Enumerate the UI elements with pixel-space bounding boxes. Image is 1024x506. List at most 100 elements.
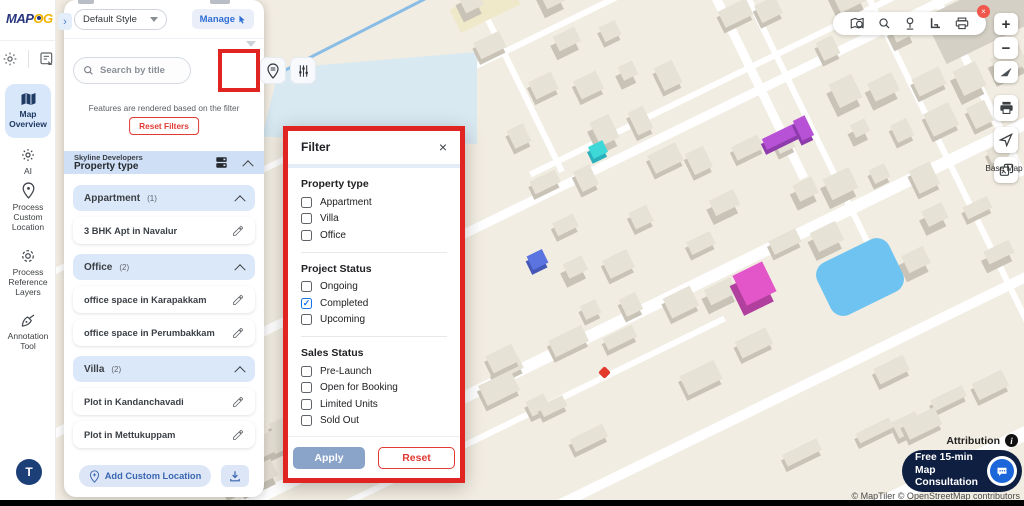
- bottom-black-bar: [0, 500, 1024, 506]
- measure-icon[interactable]: [929, 17, 942, 30]
- filter-option-upcoming[interactable]: Upcoming: [301, 312, 447, 329]
- checkbox-unchecked[interactable]: [301, 229, 312, 241]
- checkbox-unchecked[interactable]: [301, 398, 312, 410]
- sidebar-item-annotation-tool[interactable]: Annotation Tool: [0, 313, 56, 351]
- search-input[interactable]: Search by title: [73, 57, 191, 84]
- consultation-button[interactable]: Free 15-min Map Consultation: [902, 450, 1022, 492]
- compass-button[interactable]: [994, 61, 1018, 83]
- map-yellow-block: [449, 0, 521, 34]
- apply-button[interactable]: Apply: [293, 447, 365, 469]
- section-count: (2): [111, 364, 122, 374]
- divider: [301, 336, 447, 337]
- map-building: [562, 255, 589, 279]
- checkbox-unchecked[interactable]: [301, 196, 312, 208]
- pin-filter-button[interactable]: [260, 57, 286, 84]
- scrollbar[interactable]: [288, 164, 460, 168]
- reset-filters-button[interactable]: Reset Filters: [129, 117, 199, 135]
- chevron-down-icon[interactable]: [246, 41, 256, 47]
- property-item-label: 3 BHK Apt in Navalur: [84, 225, 178, 236]
- chevron-up-icon[interactable]: [234, 366, 246, 378]
- filter-sliders-button[interactable]: [290, 57, 316, 84]
- sidebar-item-map-overview[interactable]: Map Overview: [5, 84, 51, 138]
- map-toolbar: [833, 12, 986, 35]
- property-item[interactable]: Plot in Mettukuppam: [73, 421, 255, 448]
- edit-icon[interactable]: [232, 294, 244, 306]
- map-building: [552, 26, 582, 52]
- filter-option-label: Appartment: [320, 196, 372, 208]
- edit-icon[interactable]: [232, 429, 244, 441]
- filter-note: Features are rendered based on the filte…: [88, 103, 240, 113]
- panel-collapse-button[interactable]: ›: [58, 13, 72, 30]
- checkbox-unchecked[interactable]: [301, 314, 312, 326]
- filter-groups: Property type Appartment Villa Office Projec…: [301, 178, 447, 429]
- group-header[interactable]: Skyline Developers Property type: [64, 151, 264, 174]
- chevron-up-icon[interactable]: [234, 195, 246, 207]
- attribution-label[interactable]: Attribution: [946, 435, 1000, 447]
- save-icon[interactable]: [215, 156, 228, 169]
- settings-icon[interactable]: [2, 51, 18, 67]
- section-header-office[interactable]: Office (2): [73, 254, 255, 280]
- map-building: [552, 213, 580, 237]
- sidebar-item-process-custom-location[interactable]: Process Custom Location: [0, 182, 56, 232]
- map-building: [923, 102, 960, 137]
- checkbox-unchecked[interactable]: [301, 365, 312, 377]
- filter-option-label: Office: [320, 229, 346, 241]
- export-button[interactable]: [221, 465, 250, 487]
- drop-pin-icon[interactable]: [904, 16, 916, 31]
- sidebar-item-ai[interactable]: AI: [0, 147, 56, 176]
- map-building: [920, 202, 949, 228]
- style-select[interactable]: Default Style: [74, 9, 167, 30]
- toolbar-close-badge[interactable]: ×: [977, 5, 990, 18]
- divider: [288, 436, 460, 437]
- checkbox-unchecked[interactable]: [301, 415, 312, 427]
- filter-option-office[interactable]: Office: [301, 227, 447, 244]
- highlight-building-blue[interactable]: [526, 249, 549, 270]
- filter-option-limited-units[interactable]: Limited Units: [301, 396, 447, 413]
- notes-icon[interactable]: [39, 51, 55, 67]
- filter-option-open-for-booking[interactable]: Open for Booking: [301, 380, 447, 397]
- add-custom-location-button[interactable]: Add Custom Location: [78, 465, 212, 487]
- filter-popup: Filter × Property type Appartment Villa Off…: [288, 131, 460, 478]
- filter-option-villa[interactable]: Villa: [301, 211, 447, 228]
- print-map-button[interactable]: [994, 95, 1018, 121]
- info-icon[interactable]: i: [1005, 434, 1018, 447]
- edit-icon[interactable]: [232, 225, 244, 237]
- map-building: [873, 354, 911, 385]
- map-search-area-icon[interactable]: [850, 17, 865, 30]
- reset-button[interactable]: Reset: [378, 447, 455, 469]
- search-icon[interactable]: [878, 17, 891, 30]
- checkbox-checked[interactable]: ✓: [301, 297, 312, 309]
- property-item[interactable]: 3 BHK Apt in Navalur: [73, 217, 255, 244]
- close-icon[interactable]: ×: [439, 140, 447, 154]
- property-item[interactable]: office space in Karapakkam: [73, 286, 255, 313]
- map-building: [617, 59, 639, 81]
- section-header-appartment[interactable]: Appartment (1): [73, 185, 255, 211]
- filter-option-label: Ongoing: [320, 281, 358, 293]
- edit-icon[interactable]: [232, 327, 244, 339]
- map-building: [572, 70, 604, 99]
- filter-option-pre-launch[interactable]: Pre-Launch: [301, 363, 447, 380]
- chevron-up-icon[interactable]: [234, 264, 246, 276]
- filter-option-appartment[interactable]: Appartment: [301, 194, 447, 211]
- filter-option-label: Sold Out: [320, 415, 359, 427]
- zoom-in-button[interactable]: +: [994, 13, 1018, 35]
- property-item[interactable]: Plot in Kandanchavadi: [73, 388, 255, 415]
- divider: [64, 38, 264, 39]
- annotation-red-rect-filter-button: [218, 49, 260, 92]
- zoom-out-button[interactable]: −: [994, 37, 1018, 59]
- print-icon[interactable]: [955, 17, 969, 30]
- edit-icon[interactable]: [232, 396, 244, 408]
- locate-button[interactable]: [994, 127, 1018, 153]
- section-header-villa[interactable]: Villa (2): [73, 356, 255, 382]
- sidebar-item-process-reference-layers[interactable]: Process Reference Layers: [0, 248, 56, 297]
- filter-option-completed[interactable]: ✓ Completed: [301, 295, 447, 312]
- manage-button[interactable]: Manage: [191, 9, 254, 29]
- checkbox-unchecked[interactable]: [301, 213, 312, 225]
- user-avatar[interactable]: T: [16, 459, 42, 485]
- property-item[interactable]: office space in Perumbakkam: [73, 319, 255, 346]
- checkbox-unchecked[interactable]: [301, 382, 312, 394]
- filter-option-sold-out[interactable]: Sold Out: [301, 413, 447, 430]
- checkbox-unchecked[interactable]: [301, 281, 312, 293]
- filter-option-label: Villa: [320, 213, 339, 225]
- filter-option-ongoing[interactable]: Ongoing: [301, 279, 447, 296]
